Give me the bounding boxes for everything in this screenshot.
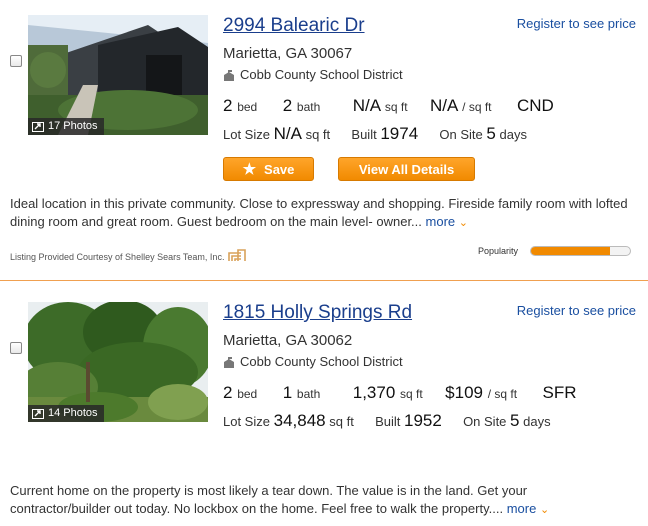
baths-value: 1 [282,383,293,402]
beds-unit: bed [237,100,258,114]
baths-value: 2 [282,96,293,115]
description-text: Ideal location in this private community… [10,196,628,229]
view-all-details-label: View All Details [358,161,455,177]
on-site-value: 5 [510,411,520,430]
built-label: Built [375,414,401,429]
more-link[interactable]: more ⌄ [426,214,468,229]
mls-logo-icon [228,248,247,262]
school-district: Cobb County School District [223,354,403,369]
beds-value: 2 [223,96,233,115]
more-link-label: more [506,501,537,516]
listing-city: Marietta, GA 30062 [223,332,353,349]
price-per-sqft-unit: / sq ft [462,100,492,114]
school-icon [223,356,235,368]
sqft-unit: sq ft [384,100,408,114]
listing-description: Ideal location in this private community… [10,195,630,232]
baths-unit: bath [296,100,321,114]
listing-stats: 2 bed 2 bath N/A sq ft N/A / sq ft CND [223,96,554,116]
save-button[interactable]: ★ Save [223,157,314,181]
school-district-label: Cobb County School District [240,354,403,369]
on-site-unit: days [523,414,551,429]
register-link[interactable]: Register to see price [517,303,636,318]
popularity-bar-fill [531,247,611,255]
listing-divider [0,280,648,281]
lot-size-label: Lot Size [223,414,270,429]
listing-photo[interactable]: 17 Photos [28,15,208,135]
popularity-meter: Popularity [478,246,632,256]
more-link-label: more [425,214,456,229]
school-district-label: Cobb County School District [240,67,403,82]
lot-size-label: Lot Size [223,127,270,142]
property-type: SFR [542,383,577,402]
school-district: Cobb County School District [223,67,403,82]
price-per-sqft-unit: / sq ft [487,387,518,401]
on-site-label: On Site [463,414,507,429]
listing-details-row: Lot Size 34,848 sq ft Built 1952 On Site… [223,411,551,431]
save-button-label: Save [264,161,295,177]
popularity-bar [530,246,632,256]
built-label: Built [351,127,377,142]
sqft-value: N/A [352,96,381,115]
property-type: CND [516,96,554,115]
lot-size-unit: sq ft [329,414,354,429]
lot-size-value: 34,848 [273,411,326,430]
listing-description: Current home on the property is most lik… [10,482,630,519]
listing-card: 14 Photos 1815 Holly Springs Rd Register… [0,287,648,526]
listing-card: 17 Photos 2994 Balearic Dr Register to s… [0,0,648,281]
built-value: 1974 [380,124,419,143]
popularity-label: Popularity [478,246,519,256]
listing-details-row: Lot Size N/A sq ft Built 1974 On Site 5 … [223,124,527,144]
register-link[interactable]: Register to see price [517,16,636,31]
listing-photo[interactable]: 14 Photos [28,302,208,422]
beds-unit: bed [237,387,258,401]
star-icon: ★ [242,161,257,178]
baths-unit: bath [296,387,321,401]
listing-address-link[interactable]: 1815 Holly Springs Rd [223,302,412,324]
photo-count-label: 17 Photos [48,120,98,132]
view-all-details-button[interactable]: View All Details [338,157,475,181]
description-text: Current home on the property is most lik… [10,483,528,516]
lot-size-unit: sq ft [305,127,331,142]
built-value: 1952 [403,411,442,430]
chevron-down-icon: ⌄ [539,504,550,516]
photo-count-badge[interactable]: 17 Photos [28,118,104,135]
select-checkbox[interactable] [10,55,22,67]
photo-count-label: 14 Photos [48,407,98,419]
courtesy-text: Listing Provided Courtesy of Shelley Sea… [10,252,225,262]
select-checkbox[interactable] [10,342,22,354]
expand-arrow-icon [32,121,44,132]
sqft-unit: sq ft [400,387,423,401]
expand-arrow-icon [32,408,44,419]
price-per-sqft-value: N/A [430,96,458,115]
sqft-value: 1,370 [352,383,396,402]
listing-courtesy: Listing Provided Courtesy of Shelley Sea… [10,248,247,262]
chevron-down-icon: ⌄ [458,217,468,229]
price-per-sqft-value: $109 [445,383,483,402]
beds-value: 2 [223,383,233,402]
listing-address-link[interactable]: 2994 Balearic Dr [223,15,365,37]
school-icon [223,69,235,81]
listing-city: Marietta, GA 30067 [223,45,353,62]
photo-count-badge[interactable]: 14 Photos [28,405,104,422]
on-site-unit: days [499,127,527,142]
listing-stats: 2 bed 1 bath 1,370 sq ft $109 / sq ft SF… [223,383,577,403]
lot-size-value: N/A [273,124,302,143]
on-site-label: On Site [439,127,483,142]
more-link[interactable]: more ⌄ [507,501,549,516]
on-site-value: 5 [486,124,496,143]
